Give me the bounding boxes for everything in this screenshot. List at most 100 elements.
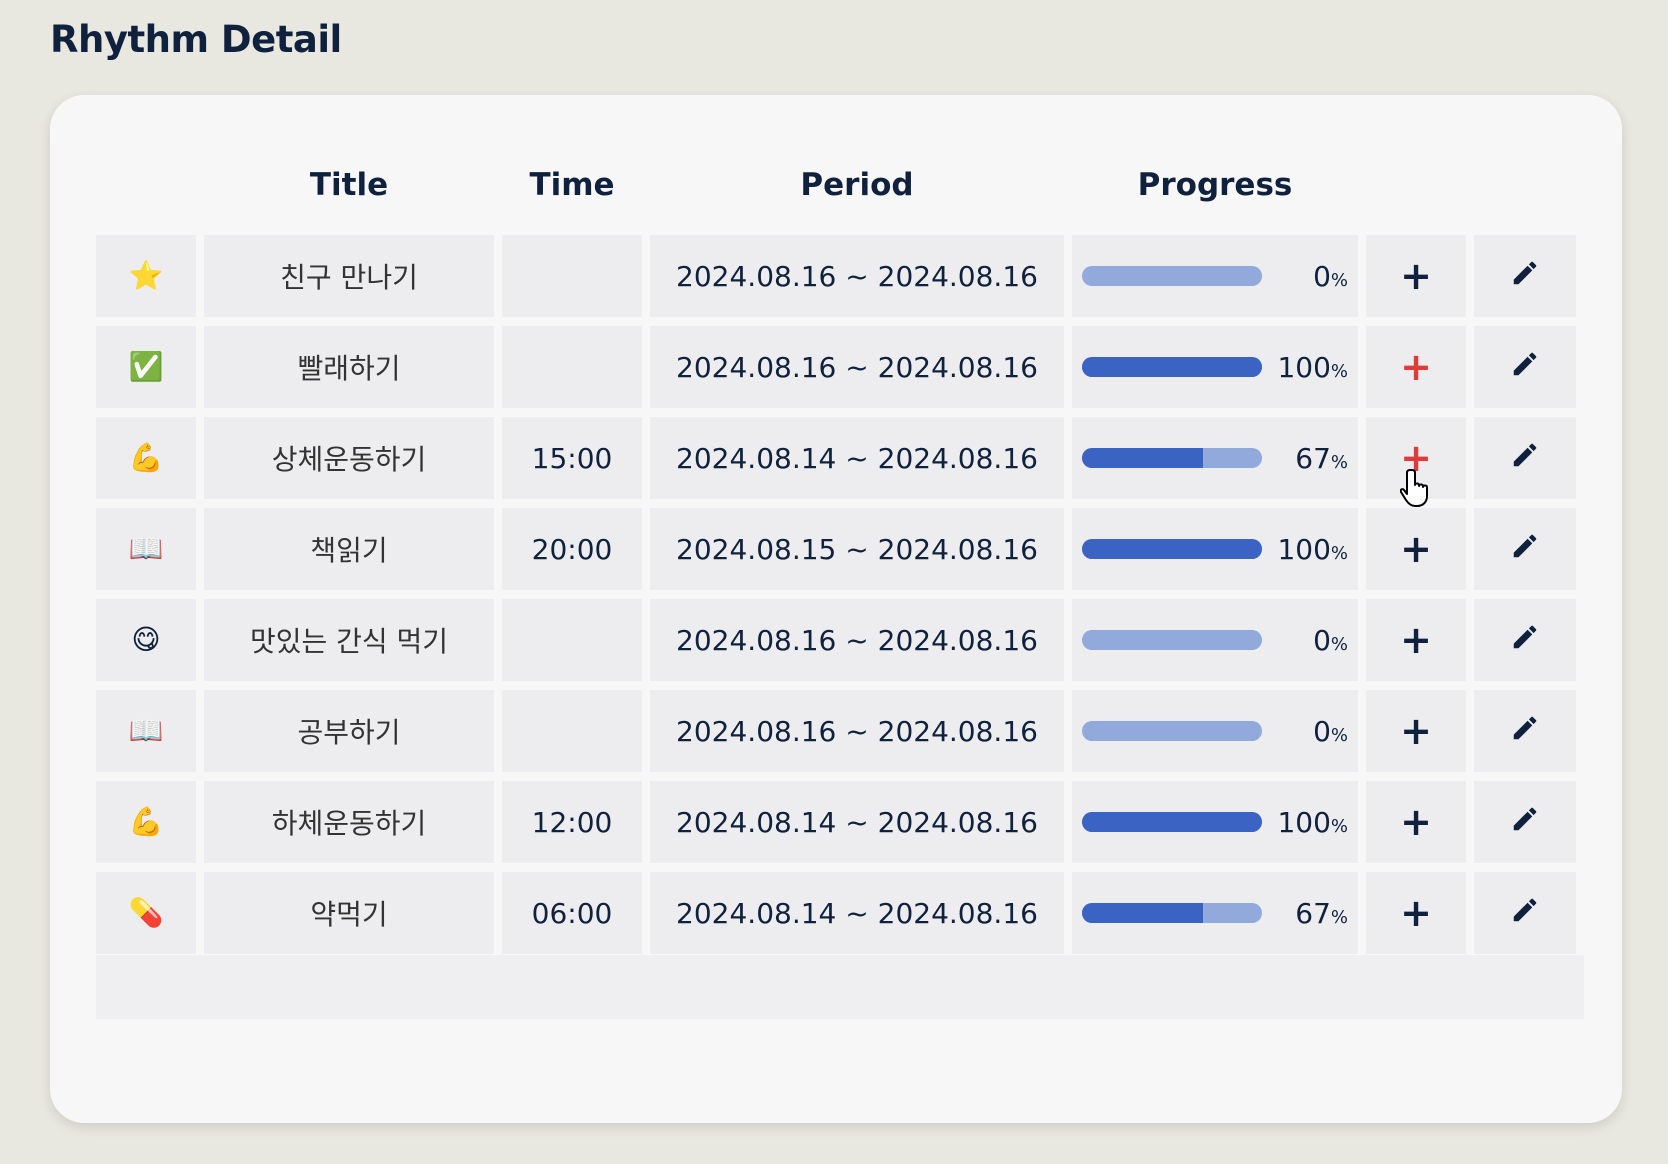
pencil-icon — [1510, 258, 1540, 295]
row-icon-cell: 📖 — [96, 508, 196, 590]
percent-sign: % — [1330, 542, 1348, 564]
row-icon-cell: 😋 — [96, 599, 196, 681]
row-progress: 0% — [1072, 235, 1358, 317]
percent-sign: % — [1330, 360, 1348, 382]
row-time — [502, 599, 642, 681]
progress-bar-fill — [1082, 812, 1262, 832]
header-title: Title — [309, 167, 389, 203]
progress-percent: 67% — [1295, 897, 1348, 930]
row-time — [502, 235, 642, 317]
progress-value: 100 — [1277, 532, 1331, 566]
row-period: 2024.08.16 ~ 2024.08.16 — [650, 690, 1064, 772]
progress-bar — [1082, 266, 1262, 286]
progress-bar-fill — [1082, 448, 1203, 468]
progress-bar — [1082, 448, 1262, 468]
progress-value: 0 — [1313, 623, 1331, 657]
rhythm-table-card: Title Time Period Progress ⭐ 친구 만나기 2024… — [50, 95, 1622, 1123]
add-button[interactable]: + — [1366, 508, 1466, 590]
edit-button[interactable] — [1474, 781, 1576, 863]
table-footer — [96, 955, 1584, 1019]
row-icon-cell: ✅ — [96, 326, 196, 408]
row-period: 2024.08.15 ~ 2024.08.16 — [650, 508, 1064, 590]
add-button[interactable]: + — [1366, 599, 1466, 681]
edit-button[interactable] — [1474, 235, 1576, 317]
progress-bar — [1082, 812, 1262, 832]
plus-icon: + — [1400, 800, 1432, 844]
pencil-icon — [1510, 440, 1540, 477]
header-time: Time — [529, 167, 615, 203]
plus-icon: + — [1400, 891, 1432, 935]
percent-sign: % — [1330, 724, 1348, 746]
pencil-icon — [1510, 895, 1540, 932]
row-progress: 67% — [1072, 872, 1358, 954]
plus-icon: + — [1400, 345, 1432, 389]
row-title: 상체운동하기 — [204, 417, 494, 499]
plus-icon: + — [1400, 527, 1432, 571]
row-progress: 100% — [1072, 326, 1358, 408]
row-time — [502, 326, 642, 408]
edit-button[interactable] — [1474, 690, 1576, 772]
star-icon: ⭐ — [128, 259, 164, 292]
edit-button[interactable] — [1474, 326, 1576, 408]
add-button[interactable]: + — [1366, 235, 1466, 317]
row-period: 2024.08.14 ~ 2024.08.16 — [650, 781, 1064, 863]
row-icon-cell: 💪 — [96, 781, 196, 863]
row-icon-cell: ⭐ — [96, 235, 196, 317]
row-icon-cell: 📖 — [96, 690, 196, 772]
percent-sign: % — [1330, 906, 1348, 928]
page-title: Rhythm Detail — [50, 18, 342, 61]
progress-value: 100 — [1277, 805, 1331, 839]
progress-value: 0 — [1313, 714, 1331, 748]
add-button[interactable]: + — [1366, 872, 1466, 954]
edit-button[interactable] — [1474, 872, 1576, 954]
progress-bar — [1082, 539, 1262, 559]
pencil-icon — [1510, 713, 1540, 750]
row-time: 15:00 — [502, 417, 642, 499]
row-progress: 67% — [1072, 417, 1358, 499]
edit-button[interactable] — [1474, 599, 1576, 681]
pill-icon: 💊 — [128, 896, 164, 929]
add-button[interactable]: + — [1366, 690, 1466, 772]
row-title: 친구 만나기 — [204, 235, 494, 317]
progress-bar — [1082, 630, 1262, 650]
progress-bar-fill — [1082, 357, 1262, 377]
book-icon: 📖 — [128, 532, 164, 565]
progress-value: 67 — [1295, 441, 1331, 475]
progress-bar — [1082, 903, 1262, 923]
progress-percent: 0% — [1313, 715, 1348, 748]
progress-percent: 100% — [1277, 351, 1348, 384]
row-progress: 0% — [1072, 599, 1358, 681]
percent-sign: % — [1330, 633, 1348, 655]
row-period: 2024.08.16 ~ 2024.08.16 — [650, 599, 1064, 681]
pencil-icon — [1510, 804, 1540, 841]
muscle-icon: 💪 — [128, 441, 164, 474]
row-period: 2024.08.14 ~ 2024.08.16 — [650, 417, 1064, 499]
muscle-icon: 💪 — [128, 805, 164, 838]
edit-button[interactable] — [1474, 417, 1576, 499]
row-icon-cell: 💊 — [96, 872, 196, 954]
row-time: 12:00 — [502, 781, 642, 863]
pencil-icon — [1510, 531, 1540, 568]
row-progress: 100% — [1072, 508, 1358, 590]
add-button[interactable]: + — [1366, 326, 1466, 408]
progress-value: 0 — [1313, 259, 1331, 293]
plus-icon: + — [1400, 709, 1432, 753]
row-period: 2024.08.14 ~ 2024.08.16 — [650, 872, 1064, 954]
progress-percent: 100% — [1277, 533, 1348, 566]
row-title: 맛있는 간식 먹기 — [204, 599, 494, 681]
check-icon: ✅ — [128, 350, 164, 383]
header-progress: Progress — [1137, 167, 1293, 203]
progress-value: 67 — [1295, 896, 1331, 930]
plus-icon: + — [1400, 254, 1432, 298]
header-period: Period — [800, 167, 914, 203]
book-icon: 📖 — [128, 714, 164, 747]
progress-percent: 100% — [1277, 806, 1348, 839]
row-title: 하체운동하기 — [204, 781, 494, 863]
row-progress: 0% — [1072, 690, 1358, 772]
edit-button[interactable] — [1474, 508, 1576, 590]
yum-face-icon: 😋 — [131, 623, 161, 656]
row-progress: 100% — [1072, 781, 1358, 863]
add-button[interactable]: + — [1366, 781, 1466, 863]
row-title: 빨래하기 — [204, 326, 494, 408]
row-time: 20:00 — [502, 508, 642, 590]
